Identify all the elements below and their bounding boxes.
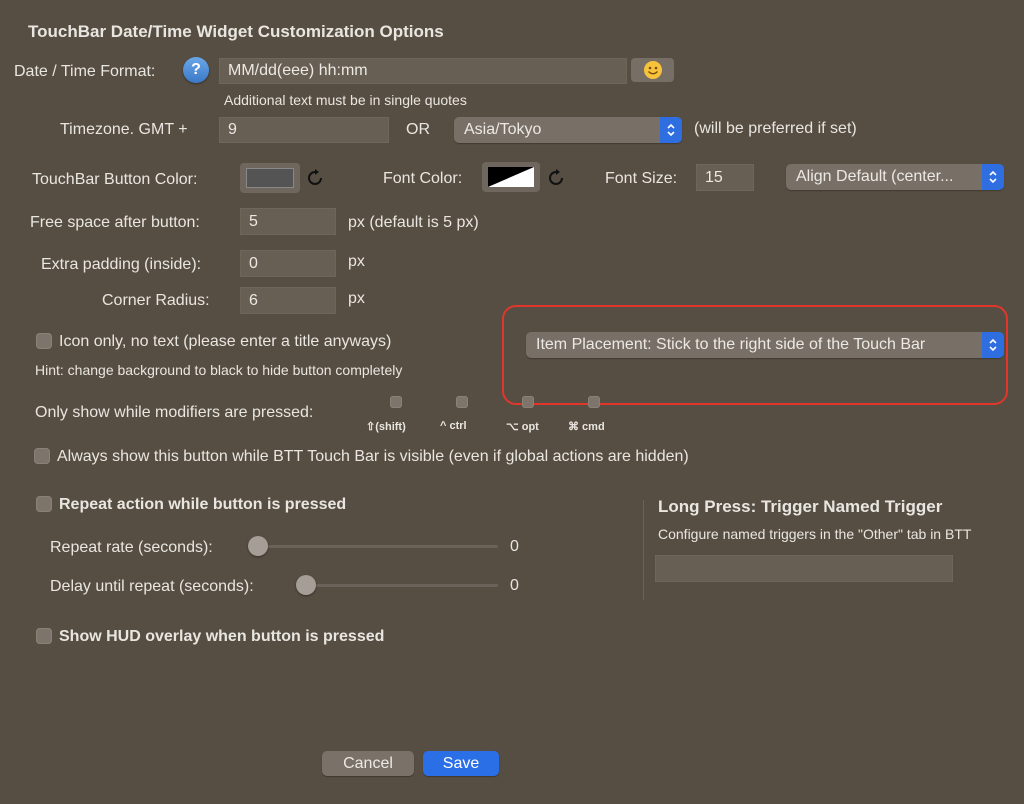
delay-label: Delay until repeat (seconds): [50, 578, 254, 595]
repeat-checkbox[interactable] [36, 496, 52, 512]
save-button-label: Save [442, 754, 480, 772]
font-color-well[interactable] [482, 162, 540, 192]
item-placement-value: Item Placement: Stick to the right side … [536, 336, 926, 353]
button-color-well[interactable] [240, 163, 300, 193]
modifier-cmd-label: ⌘ cmd [568, 421, 605, 433]
delay-slider[interactable] [296, 575, 316, 595]
button-color-label: TouchBar Button Color: [32, 171, 198, 188]
modifier-opt-label: ⌥ opt [506, 421, 539, 433]
chevron-up-down-icon [982, 164, 1004, 190]
modifier-opt-checkbox[interactable] [522, 396, 534, 408]
font-size-input[interactable]: 15 [696, 164, 754, 191]
item-placement-select[interactable]: Item Placement: Stick to the right side … [526, 332, 1004, 358]
delay-track [300, 584, 498, 587]
hud-checkbox[interactable] [36, 628, 52, 644]
repeat-rate-slider[interactable] [248, 536, 268, 556]
icon-only-label: Icon only, no text (please enter a title… [59, 333, 392, 350]
save-button[interactable]: Save [423, 751, 499, 776]
emoji-picker-button[interactable] [631, 58, 674, 82]
hud-label: Show HUD overlay when button is pressed [59, 628, 385, 645]
modifiers-label: Only show while modifiers are pressed: [35, 404, 314, 421]
format-label: Date / Time Format: [14, 63, 156, 80]
corner-radius-value: 6 [249, 291, 258, 309]
smiley-emoji-icon [643, 61, 662, 79]
always-show-checkbox[interactable] [34, 448, 50, 464]
cancel-button[interactable]: Cancel [322, 751, 414, 776]
reset-font-color-icon[interactable] [547, 169, 567, 187]
font-color-label: Font Color: [383, 170, 463, 187]
modifier-cmd-checkbox[interactable] [588, 396, 600, 408]
timezone-label: Timezone. GMT + [60, 121, 188, 138]
free-space-input[interactable]: 5 [240, 208, 336, 235]
format-input[interactable]: MM/dd(eee) hh:mm [219, 58, 627, 84]
timezone-select[interactable]: Asia/Tokyo [454, 117, 682, 143]
free-space-unit: px (default is 5 px) [348, 214, 479, 231]
long-press-hint: Configure named triggers in the "Other" … [658, 526, 972, 542]
corner-radius-input[interactable]: 6 [240, 287, 336, 314]
timezone-select-value: Asia/Tokyo [464, 121, 542, 138]
chevron-up-down-icon [982, 332, 1004, 358]
align-select[interactable]: Align Default (center... [786, 164, 1004, 190]
dialog-title: TouchBar Date/Time Widget Customization … [28, 22, 444, 41]
modifier-ctrl-checkbox[interactable] [456, 396, 468, 408]
repeat-rate-label: Repeat rate (seconds): [50, 539, 213, 556]
or-label: OR [406, 121, 430, 138]
icon-only-checkbox[interactable] [36, 333, 52, 349]
modifier-ctrl-label: ^ ctrl [440, 420, 467, 432]
timezone-note: (will be preferred if set) [694, 120, 857, 137]
padding-label: Extra padding (inside): [41, 256, 202, 273]
button-color-swatch [246, 168, 294, 188]
timezone-input[interactable]: 9 [219, 117, 389, 143]
font-size-label: Font Size: [605, 170, 678, 187]
padding-unit: px [348, 253, 365, 270]
section-divider [643, 500, 644, 600]
cancel-button-label: Cancel [343, 754, 393, 772]
corner-radius-label: Corner Radius: [102, 292, 210, 309]
font-size-input-value: 15 [705, 168, 723, 186]
icon-only-hint: Hint: change background to black to hide… [35, 362, 403, 378]
padding-value: 0 [249, 254, 258, 272]
modifier-shift-checkbox[interactable] [390, 396, 402, 408]
padding-input[interactable]: 0 [240, 250, 336, 277]
repeat-rate-track [252, 545, 498, 548]
modifier-shift-label: ⇧(shift) [366, 421, 406, 433]
long-press-title: Long Press: Trigger Named Trigger [658, 497, 943, 516]
repeat-label: Repeat action while button is pressed [59, 496, 347, 513]
chevron-up-down-icon [660, 117, 682, 143]
font-color-swatch [488, 167, 534, 187]
always-show-label: Always show this button while BTT Touch … [57, 448, 689, 465]
help-icon-glyph: ? [191, 61, 201, 78]
align-select-value: Align Default (center... [796, 168, 954, 185]
free-space-value: 5 [249, 212, 258, 230]
repeat-rate-value: 0 [510, 538, 519, 555]
format-hint: Additional text must be in single quotes [224, 92, 467, 108]
free-space-label: Free space after button: [30, 214, 200, 231]
reset-button-color-icon[interactable] [306, 169, 326, 187]
corner-radius-unit: px [348, 290, 365, 307]
delay-value: 0 [510, 577, 519, 594]
help-icon[interactable]: ? [183, 57, 209, 83]
format-input-value: MM/dd(eee) hh:mm [228, 62, 368, 79]
timezone-input-value: 9 [228, 121, 237, 138]
named-trigger-input[interactable] [655, 555, 953, 582]
